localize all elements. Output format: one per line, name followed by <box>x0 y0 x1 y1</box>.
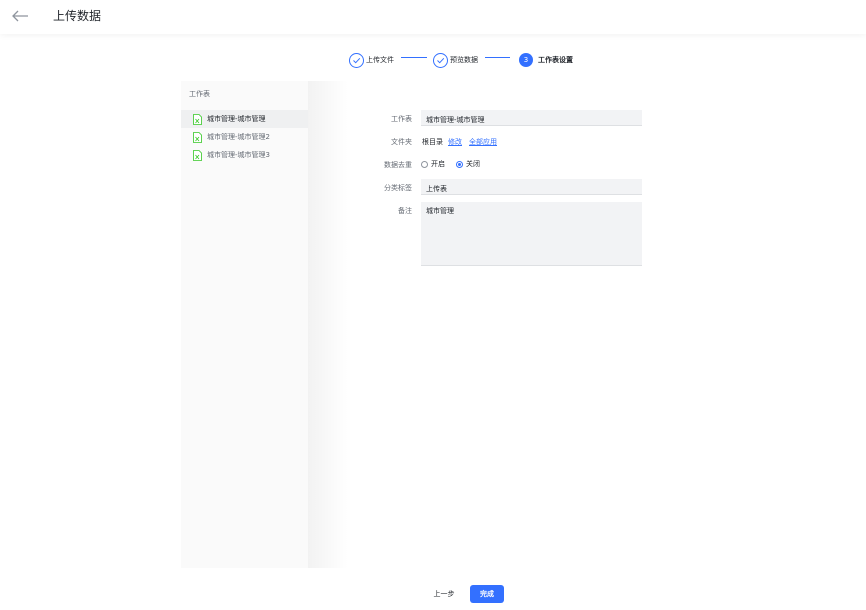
dedupe-on-radio[interactable]: 开启 <box>421 159 445 169</box>
radio-label: 关闭 <box>466 160 480 168</box>
note-label: 备注 <box>398 207 412 215</box>
category-label: 分类标签 <box>384 184 412 192</box>
check-icon <box>433 52 448 68</box>
folder-row: 根目录 修改 全部应用 <box>422 137 497 147</box>
sheet-item-label: 城市管理-城市管理 <box>207 115 266 123</box>
page-title: 上传数据 <box>53 9 102 23</box>
excel-file-icon <box>192 149 202 161</box>
sheet-item[interactable]: 城市管理-城市管理 <box>181 110 308 128</box>
note-textarea[interactable]: 城市管理 <box>421 202 642 266</box>
step-upload-file: 上传文件 <box>349 50 394 70</box>
excel-file-icon <box>192 113 202 125</box>
folder-edit-link[interactable]: 修改 <box>448 137 462 147</box>
step-label: 工作表设置 <box>538 56 573 64</box>
dedupe-radio-group: 开启 关闭 <box>421 159 480 169</box>
radio-button-selected[interactable] <box>456 160 463 168</box>
arrow-left-icon <box>12 10 28 22</box>
apply-all-link[interactable]: 全部应用 <box>469 137 497 147</box>
check-icon <box>349 52 364 68</box>
step-label: 预览数据 <box>450 56 478 64</box>
sheet-item-label: 城市管理-城市管理2 <box>207 133 270 141</box>
step-connector <box>485 57 510 58</box>
top-bar: 上传数据 <box>0 0 866 34</box>
dedupe-off-radio[interactable]: 关闭 <box>456 159 480 169</box>
sheet-item-label: 城市管理-城市管理3 <box>207 151 270 159</box>
excel-file-icon <box>192 131 202 143</box>
panel-divider <box>308 81 348 568</box>
step-label: 上传文件 <box>366 56 394 64</box>
sheet-panel-heading: 工作表 <box>189 90 210 98</box>
category-input[interactable]: 上传表 <box>421 179 642 195</box>
radio-label: 开启 <box>431 160 445 168</box>
sheet-name-label: 工作表 <box>391 115 412 123</box>
step-number: 3 <box>519 53 533 67</box>
back-button[interactable] <box>10 7 30 25</box>
folder-label: 文件夹 <box>391 138 412 146</box>
step-connector <box>401 57 427 58</box>
radio-button[interactable] <box>421 160 428 168</box>
done-button[interactable]: 完成 <box>470 585 504 603</box>
sheet-item[interactable]: 城市管理-城市管理3 <box>181 146 308 164</box>
sheet-item[interactable]: 城市管理-城市管理2 <box>181 128 308 146</box>
dedupe-label: 数据去重 <box>384 161 412 169</box>
sheet-name-input[interactable]: 城市管理-城市管理 <box>421 110 642 126</box>
step-preview-data: 预览数据 <box>433 50 478 70</box>
folder-value: 根目录 <box>422 138 443 146</box>
step-sheet-settings: 3 工作表设置 <box>519 50 573 70</box>
previous-step-button[interactable]: 上一步 <box>424 585 464 603</box>
